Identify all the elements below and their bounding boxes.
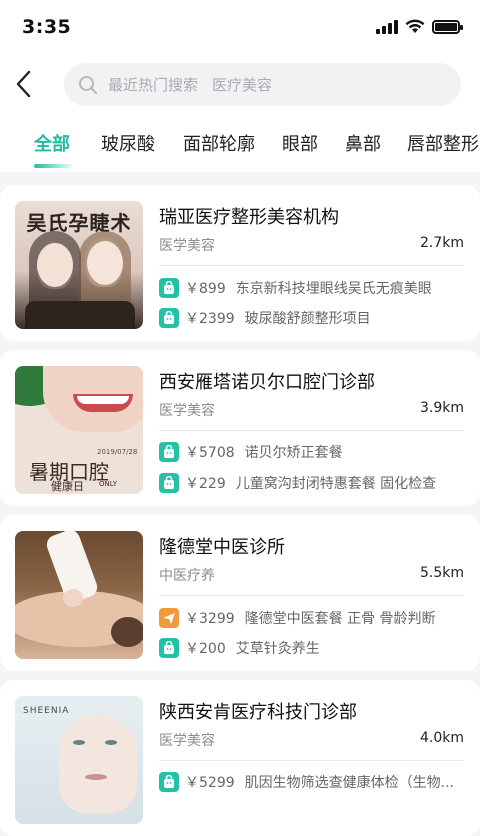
- status-time: 3:35: [22, 16, 72, 38]
- clinic-name: 西安雁塔诺贝尔口腔门诊部: [159, 372, 375, 393]
- clinic-thumbnail: 2019/07/28 暑期口腔 健康日 ONLY: [15, 366, 143, 494]
- tab-face-contour[interactable]: 面部轮廓: [183, 130, 255, 156]
- clinic-card[interactable]: SHEENIA 陕西安肯医疗科技门诊部 医学美容 4.0km ￥5299 肌因生…: [0, 680, 480, 836]
- deal-price: ￥5299: [185, 775, 235, 791]
- thumbnail-brand: SHEENIA: [23, 706, 70, 716]
- clinic-thumbnail: 吴氏孕睫术: [15, 201, 143, 329]
- thumbnail-subtitle: 健康日: [51, 480, 84, 493]
- deal-price: ￥2399: [185, 311, 235, 327]
- clinic-name: 隆德堂中医诊所: [159, 537, 285, 558]
- clinic-category: 医学美容: [159, 403, 215, 419]
- deal-price: ￥200: [185, 641, 226, 657]
- status-icons: [376, 19, 463, 34]
- chevron-left-icon: [16, 70, 31, 98]
- deal-description: 隆德堂中医套餐 正骨 骨龄判断: [244, 611, 436, 627]
- status-bar: 3:35: [0, 0, 480, 56]
- bag-icon: [159, 473, 179, 493]
- wifi-icon: [405, 19, 425, 33]
- clinic-category: 医学美容: [159, 238, 215, 254]
- clinic-name: 陕西安肯医疗科技门诊部: [159, 702, 357, 723]
- clinic-name: 瑞亚医疗整形美容机构: [159, 207, 339, 228]
- divider: [159, 595, 464, 596]
- clinic-distance: 3.9km: [419, 400, 464, 416]
- deal-item[interactable]: ￥5708 诺贝尔矫正套餐: [159, 441, 343, 463]
- deal-item[interactable]: ￥3299 隆德堂中医套餐 正骨 骨龄判断: [159, 607, 436, 629]
- deal-price: ￥229: [185, 476, 226, 492]
- deal-price: ￥3299: [185, 611, 235, 627]
- search-hint-keyword: 医疗美容: [212, 76, 273, 94]
- deal-item[interactable]: ￥2399 玻尿酸舒颜整形项目: [159, 307, 371, 329]
- deal-description: 儿童窝沟封闭特惠套餐 固化检查: [235, 476, 437, 492]
- search-hint-label: 最近热门搜索: [108, 76, 199, 94]
- header: 3:35 最近热门搜索 医疗美容 全部 玻尿酸 面部轮廓 眼部 鼻部 唇部整形: [0, 0, 480, 172]
- tab-all[interactable]: 全部: [34, 130, 70, 156]
- tab-eye[interactable]: 眼部: [282, 130, 318, 156]
- deal-description: 肌因生物筛选查健康体检（生物...: [244, 775, 454, 791]
- thumbnail-date: 2019/07/28: [97, 448, 138, 456]
- clinic-card[interactable]: 隆德堂中医诊所 中医疗养 5.5km ￥3299 隆德堂中医套餐 正骨 骨龄判断…: [0, 515, 480, 671]
- battery-icon: [432, 19, 463, 34]
- search-input[interactable]: 最近热门搜索 医疗美容: [64, 63, 461, 106]
- divider: [159, 430, 464, 431]
- clinic-distance: 2.7km: [419, 235, 464, 251]
- search-icon: [79, 75, 97, 94]
- bag-icon: [159, 278, 179, 298]
- deal-price: ￥899: [185, 281, 226, 297]
- tab-hyaluronic[interactable]: 玻尿酸: [101, 130, 155, 156]
- tab-indicator: [34, 164, 72, 168]
- deal-description: 诺贝尔矫正套餐: [244, 445, 343, 461]
- bag-icon: [159, 308, 179, 328]
- deal-description: 东京新科技埋眼线吴氏无痕美眼: [235, 281, 432, 297]
- bag-icon: [159, 638, 179, 658]
- deal-item[interactable]: ￥5299 肌因生物筛选查健康体检（生物...: [159, 771, 454, 793]
- deal-price: ￥5708: [185, 445, 235, 461]
- clinic-thumbnail: SHEENIA: [15, 696, 143, 824]
- tab-nose[interactable]: 鼻部: [345, 130, 381, 156]
- clinic-distance: 5.5km: [419, 565, 464, 581]
- deal-description: 艾草针灸养生: [235, 641, 320, 657]
- tab-lip[interactable]: 唇部整形: [407, 130, 479, 156]
- bag-icon: [159, 772, 179, 792]
- thumbnail-tag: ONLY: [99, 480, 117, 488]
- deal-item[interactable]: ￥200 艾草针灸养生: [159, 637, 320, 659]
- deal-description: 玻尿酸舒颜整形项目: [244, 311, 371, 327]
- clinic-category: 中医疗养: [159, 568, 215, 584]
- plane-icon: [159, 608, 179, 628]
- deal-item[interactable]: ￥899 东京新科技埋眼线吴氏无痕美眼: [159, 277, 432, 299]
- deal-item[interactable]: ￥229 儿童窝沟封闭特惠套餐 固化检查: [159, 472, 436, 494]
- clinic-card[interactable]: 2019/07/28 暑期口腔 健康日 ONLY 西安雁塔诺贝尔口腔门诊部 医学…: [0, 350, 480, 506]
- divider: [159, 265, 464, 266]
- signal-icon: [376, 19, 398, 34]
- search-placeholder: 最近热门搜索 医疗美容: [108, 74, 272, 95]
- divider: [159, 760, 464, 761]
- clinic-card[interactable]: 吴氏孕睫术 瑞亚医疗整形美容机构 医学美容 2.7km ￥899 东京新科技埋眼…: [0, 185, 480, 341]
- back-button[interactable]: [10, 66, 40, 102]
- bag-icon: [159, 442, 179, 462]
- thumbnail-title: 吴氏孕睫术: [26, 211, 132, 235]
- clinic-category: 医学美容: [159, 733, 215, 749]
- clinic-thumbnail: [15, 531, 143, 659]
- category-tabs: 全部 玻尿酸 面部轮廓 眼部 鼻部 唇部整形: [0, 118, 480, 172]
- clinic-distance: 4.0km: [419, 730, 464, 746]
